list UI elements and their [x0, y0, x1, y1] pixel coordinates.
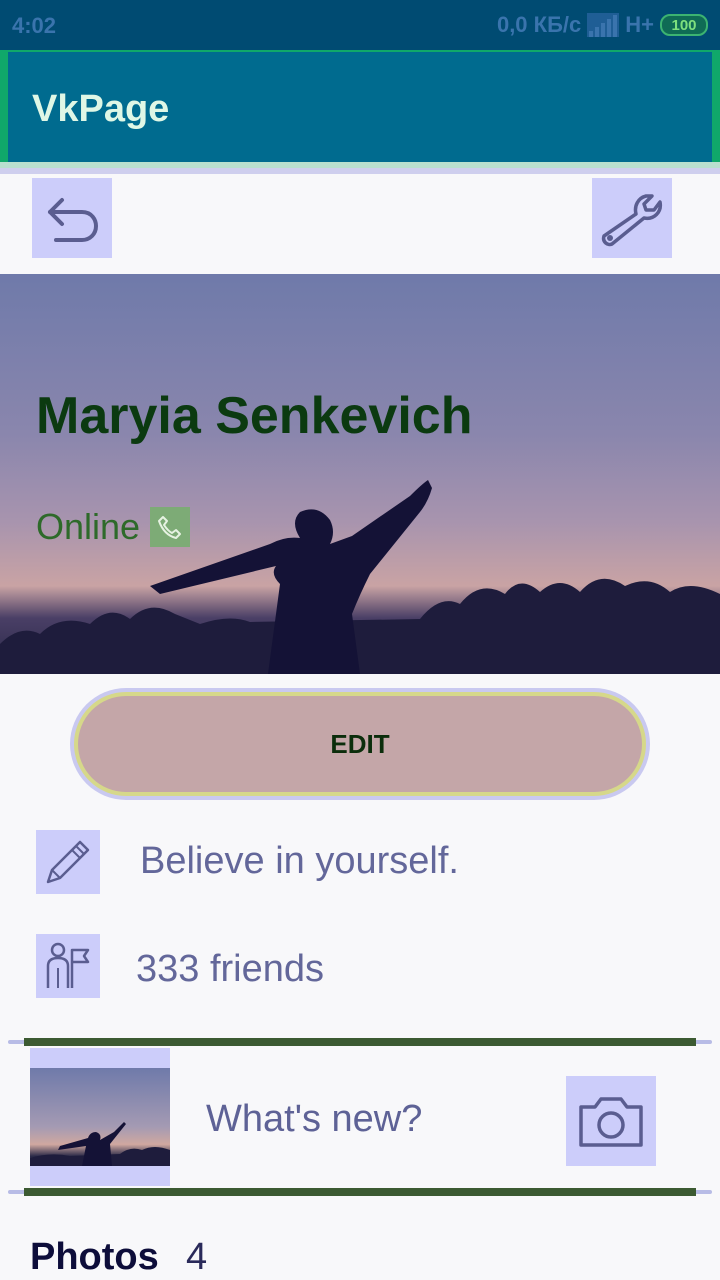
network-speed: 0,0 КБ/с — [496, 12, 582, 37]
cover-photo — [0, 480, 720, 674]
online-status: Online — [36, 506, 191, 548]
camera-icon — [579, 1097, 643, 1147]
battery-level: 100 — [671, 16, 697, 34]
photos-count: 4 — [186, 1236, 208, 1278]
phone-icon — [150, 507, 191, 547]
online-status-label: Online — [36, 506, 141, 547]
status-time: 4:02 — [12, 13, 57, 38]
app-title: VkPage — [32, 88, 170, 131]
divider-bottom — [24, 1188, 696, 1196]
network-type: H+ — [625, 12, 654, 37]
user-avatar[interactable] — [30, 1048, 170, 1186]
back-button[interactable] — [32, 178, 112, 258]
friends-icon — [36, 934, 100, 998]
status-indicators: 0,0 КБ/с H+ 100 — [497, 12, 708, 38]
signal-icon — [587, 13, 620, 37]
photos-label[interactable]: Photos — [30, 1236, 159, 1279]
settings-button[interactable] — [592, 178, 672, 258]
edit-button-label: EDIT — [330, 728, 390, 759]
profile-status-text[interactable]: Believe in yourself. — [140, 840, 459, 883]
profile-name: Maryia Senkevich — [36, 387, 473, 445]
app-bar: VkPage — [0, 50, 720, 162]
edit-button[interactable]: EDIT — [74, 692, 646, 796]
profile-cover: Maryia Senkevich Online — [0, 274, 720, 674]
pencil-icon — [36, 830, 100, 894]
status-bar: 4:02 0,0 КБ/с H+ 100 — [0, 0, 720, 50]
back-arrow-icon — [48, 198, 99, 242]
divider-top — [24, 1038, 696, 1046]
battery-icon: 100 — [660, 14, 708, 36]
wrench-icon — [601, 194, 663, 247]
camera-button[interactable] — [566, 1076, 656, 1166]
friends-count[interactable]: 333 friends — [136, 948, 324, 991]
avatar-image — [30, 1068, 170, 1166]
app-bar-shadow — [0, 168, 720, 174]
whats-new-input[interactable]: What's new? — [206, 1098, 422, 1141]
